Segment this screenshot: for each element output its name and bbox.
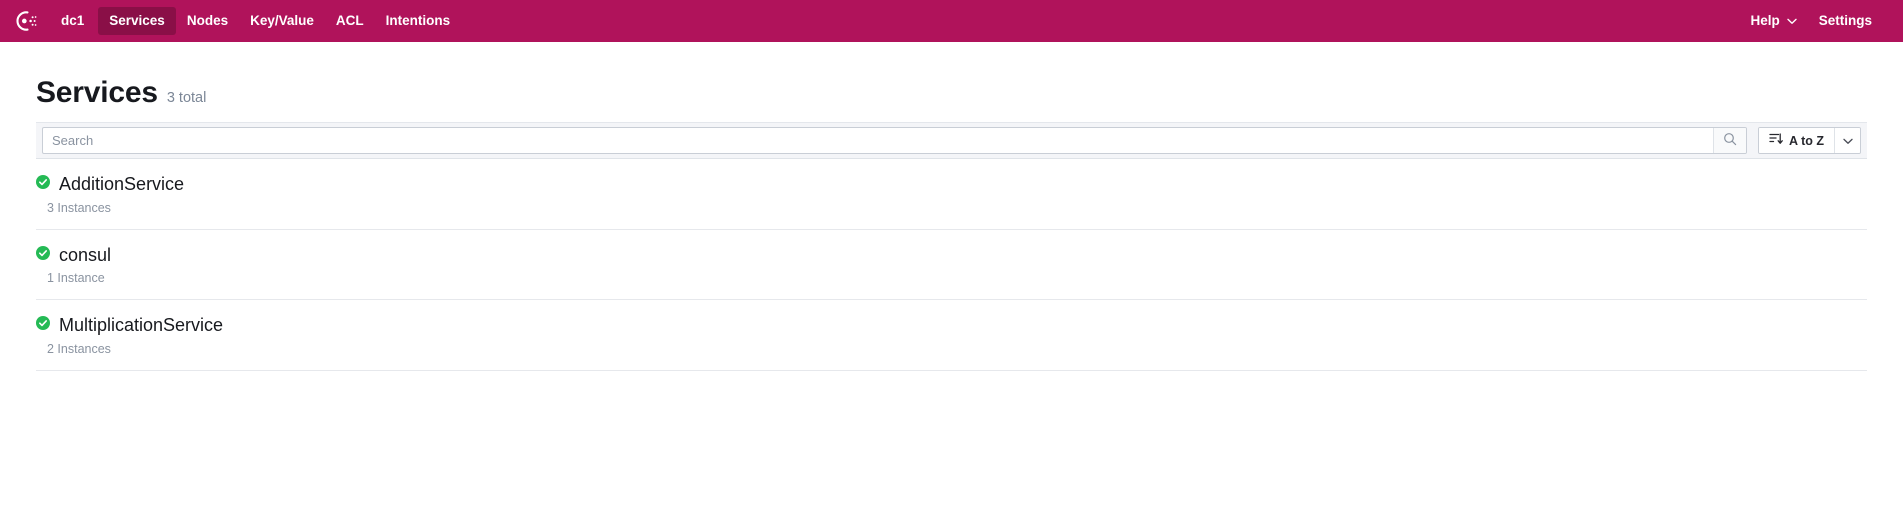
service-name-line: consul [36, 245, 1867, 266]
sort-dropdown-toggle[interactable] [1834, 128, 1860, 153]
search-field-group [42, 127, 1748, 154]
chevron-down-icon [1842, 133, 1853, 148]
nav-item-nodes[interactable]: Nodes [176, 7, 239, 35]
nav-item-key-value[interactable]: Key/Value [239, 7, 325, 35]
service-list: AdditionService 3 Instances consul 1 Ins… [36, 159, 1867, 372]
consul-logo-icon[interactable] [10, 6, 40, 36]
service-name: consul [59, 244, 112, 265]
service-name: MultiplicationService [59, 315, 224, 336]
nav-help-label: Help [1750, 13, 1780, 29]
list-item[interactable]: AdditionService 3 Instances [36, 159, 1867, 230]
page-body: Services 3 total Search A to Z AdditionS… [0, 42, 1903, 372]
service-instance-count: 3 Instances [47, 200, 111, 215]
sort-order-label: A to Z [1789, 133, 1824, 148]
service-instance-count: 1 Instance [47, 271, 105, 286]
sort-descending-icon [1769, 132, 1783, 149]
search-button[interactable] [1713, 128, 1747, 153]
check-circle-icon [36, 245, 50, 265]
nav-item-acl[interactable]: ACL [325, 7, 375, 35]
nav-datacenter-selector[interactable]: dc1 [50, 7, 98, 35]
service-name: AdditionService [59, 174, 185, 194]
sort-order-button[interactable]: A to Z [1759, 128, 1834, 153]
search-icon [1723, 132, 1737, 149]
nav-item-help[interactable]: Help [1739, 7, 1807, 35]
list-item[interactable]: consul 1 Instance [36, 230, 1867, 301]
nav-item-settings[interactable]: Settings [1808, 7, 1883, 35]
nav-item-services[interactable]: Services [98, 7, 176, 35]
chevron-down-icon [1787, 18, 1797, 25]
filter-bar: A to Z [36, 122, 1867, 159]
primary-nav: dc1 Services Nodes Key/Value ACL Intenti… [50, 7, 461, 35]
page-total-count: 3 total [166, 90, 207, 106]
check-circle-icon [36, 174, 50, 194]
service-name-line: MultiplicationService [36, 315, 1867, 336]
nav-item-intentions[interactable]: Intentions [375, 7, 462, 35]
secondary-nav: Help Settings [1739, 7, 1883, 35]
service-name-line: AdditionService [36, 174, 1867, 195]
service-instance-count: 2 Instances [47, 342, 111, 357]
top-navigation-bar: dc1 Services Nodes Key/Value ACL Intenti… [0, 0, 1903, 42]
page-title: Services [36, 76, 158, 109]
page-header: Services 3 total [36, 42, 1867, 122]
list-item[interactable]: MultiplicationService 2 Instances [36, 300, 1867, 372]
sort-control-group: A to Z [1758, 127, 1861, 154]
check-circle-icon [36, 316, 50, 335]
search-input[interactable] [43, 128, 1714, 153]
